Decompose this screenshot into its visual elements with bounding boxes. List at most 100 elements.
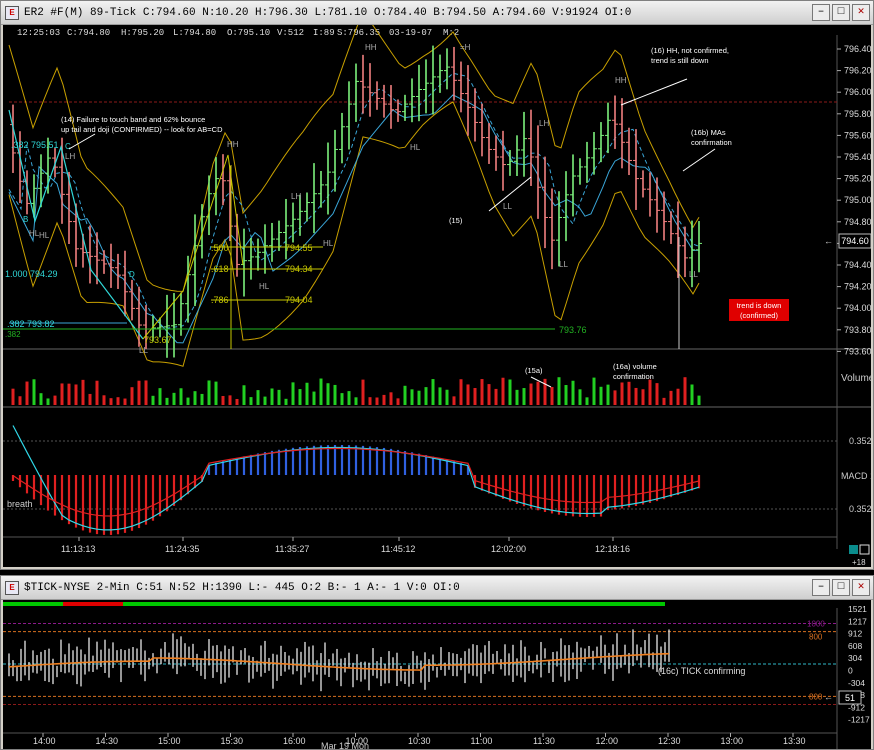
tick-y-label: 1521: [848, 604, 867, 614]
maximize-button[interactable]: □: [832, 579, 850, 596]
current-price-arrow-icon: ←: [824, 236, 833, 246]
volume-bar: [599, 386, 603, 405]
price-tick-label: 796.00: [844, 87, 871, 97]
er2-chart-canvas[interactable]: 12:25:03 C:794.80 H:795.20 L:794.80 O:795.10…: [3, 25, 871, 567]
corner-square-2-icon[interactable]: [859, 544, 870, 555]
trend-box-line-1: trend is down: [737, 301, 782, 310]
volume-bar: [312, 391, 316, 405]
price-bars: [10, 45, 702, 358]
macd-histogram: [11, 425, 701, 535]
volume-bar: [697, 395, 701, 405]
volume-bar: [515, 389, 519, 405]
app-icon: E: [5, 580, 19, 595]
corner-label: +18: [852, 558, 866, 567]
volume-bar: [368, 397, 372, 405]
volume-bar: [403, 385, 407, 405]
er2-chart-window[interactable]: E ER2 #F(M) 89-Tick C:794.60 N:10.20 H:7…: [0, 0, 874, 570]
swing-label: HH: [615, 76, 627, 85]
volume-bar: [298, 389, 302, 405]
swing-label: LL: [503, 202, 512, 211]
minimize-button[interactable]: –: [812, 4, 830, 21]
volume-bar: [333, 384, 337, 405]
tick-chart-window[interactable]: E $TICK-NYSE 2-Min C:51 N:52 H:1390 L:- …: [0, 575, 874, 750]
price-tick-label: 795.80: [844, 109, 871, 119]
time-tick-label: 11:24:35: [165, 544, 199, 554]
volume-bar: [641, 389, 645, 405]
tick-chart[interactable]: 1000800800 152112179126083040-304-608-91…: [3, 600, 871, 749]
annotation-16b-line-1: (16b) MAs: [691, 128, 726, 137]
tick-date-label: Mar 19 Mon: [321, 741, 369, 749]
volume-bar: [67, 383, 71, 405]
volume-bar: [522, 388, 526, 405]
tick-current-arrow-icon: ←: [824, 692, 833, 702]
tick-time-axis: 14:00 14:30 15:00 15:30 16:00 10:00 10:30 11:00…: [33, 733, 806, 746]
time-tick-label: 11:13:13: [61, 544, 95, 554]
bollinger-bands: [8, 25, 700, 367]
price-tick-label: 793.60: [844, 346, 871, 356]
volume-bar: [46, 398, 50, 405]
upper-band-line: [8, 25, 700, 292]
tick-y-label: 912: [848, 629, 862, 639]
minimize-button[interactable]: –: [812, 579, 830, 596]
volume-bar: [627, 381, 631, 405]
info-bar: 12:25:03 C:794.80 H:795.20 L:794.80 O:795.10…: [17, 28, 459, 38]
annotation-14-line-1: (14) Failure to touch band and 62% bounc…: [61, 115, 205, 124]
info-item: I:89: [313, 28, 335, 38]
volume-bar: [123, 398, 127, 405]
volume-bar: [186, 397, 190, 405]
tick-time-label: 15:30: [221, 736, 244, 746]
volume-bar: [424, 387, 428, 405]
tick-y-label: 0: [848, 666, 853, 676]
close-button[interactable]: ✕: [852, 4, 870, 21]
volume-bar: [592, 377, 596, 405]
volume-bar: [95, 380, 99, 405]
swing-zigzag: .382 795.51 1.000 794.29 .382 793.82.382 79…: [3, 43, 698, 355]
volume-bar: [438, 387, 442, 405]
tick-chart-canvas[interactable]: 1000800800 152112179126083040-304-608-91…: [3, 600, 871, 749]
volume-bar: [53, 395, 57, 405]
info-item: C:794.80: [67, 28, 110, 38]
app-icon: E: [5, 5, 19, 20]
volume-label: Volume: [841, 373, 871, 384]
tick-y-label: -304: [848, 678, 865, 688]
volume-bar: [529, 383, 533, 405]
price-tick-label: 795.20: [844, 174, 871, 184]
tick-y-axis: 152112179126083040-304-608-912-1217: [848, 604, 870, 725]
lower-band-line: [8, 101, 700, 367]
swing-label: LL: [139, 346, 148, 355]
tick-bars: [8, 629, 670, 692]
maximize-button[interactable]: □: [832, 4, 850, 21]
tick-time-label: 14:30: [96, 736, 119, 746]
tick-level-label: 800: [809, 633, 823, 642]
swing-label: HL: [39, 231, 50, 240]
volume-bar: [361, 379, 365, 405]
tick-time-label: 13:30: [783, 736, 806, 746]
er2-price-chart[interactable]: 12:25:03 C:794.80 H:795.20 L:794.80 O:795.10…: [3, 25, 871, 567]
price-tick-label: 795.00: [844, 195, 871, 205]
volume-bar: [487, 384, 491, 405]
tick-title-bar[interactable]: E $TICK-NYSE 2-Min C:51 N:52 H:1390 L:- …: [1, 576, 873, 600]
tick-time-label: 14:00: [33, 736, 56, 746]
tick-y-label: 304: [848, 653, 862, 663]
corner-square-1-icon[interactable]: [849, 545, 858, 554]
volume-bar: [557, 377, 561, 405]
volume-bar: [410, 389, 414, 405]
volume-bar: [228, 395, 232, 405]
volume-bar: [32, 379, 36, 405]
fib-label: 794.04: [285, 295, 313, 305]
close-button[interactable]: ✕: [852, 579, 870, 596]
volume-bar: [319, 378, 323, 405]
tick-time-label: 12:30: [658, 736, 681, 746]
volume-bar: [277, 389, 281, 405]
volume-bar: [396, 398, 400, 405]
er2-title-bar[interactable]: E ER2 #F(M) 89-Tick C:794.60 N:10.20 H:7…: [1, 1, 873, 25]
volume-bar: [676, 388, 680, 405]
volume-bar: [158, 388, 162, 405]
volume-bar: [431, 379, 435, 405]
volume-bar: [578, 389, 582, 405]
volume-bar: [445, 389, 449, 405]
tick-time-label: 15:00: [158, 736, 181, 746]
tick-time-label: 12:00: [596, 736, 619, 746]
volume-bar: [165, 397, 169, 405]
macd-lower-label: 0.352: [849, 504, 871, 514]
